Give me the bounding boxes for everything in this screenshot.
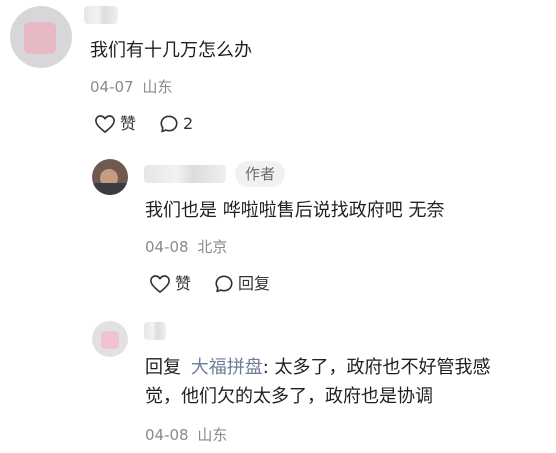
avatar[interactable] — [92, 321, 128, 357]
like-label: 赞 — [120, 114, 137, 133]
reply-text: 我们也是 哗啦啦售后说找政府吧 无奈 — [145, 200, 445, 221]
avatar[interactable] — [92, 159, 128, 195]
author-badge: 作者 — [235, 161, 286, 187]
reply-date: 04-08 — [145, 238, 189, 256]
reply-meta: 04-08 山东 — [145, 425, 227, 445]
reply-date: 04-08 — [145, 426, 189, 444]
reply-meta: 04-08 北京 — [145, 237, 227, 257]
reply-location: 山东 — [197, 426, 228, 444]
reply-label: 回复 — [238, 274, 271, 293]
reply-prefix: 回复 — [145, 357, 181, 378]
reply-text-line1: : 太多了，政府也不好管我感 — [262, 357, 491, 378]
username[interactable] — [144, 322, 166, 340]
reply-count: 2 — [183, 114, 194, 133]
comment-meta: 04-07 山东 — [90, 77, 172, 97]
heart-icon — [95, 115, 115, 133]
comment-thread: 我们有十几万怎么办 04-07 山东 赞 2 作者 我们也是 哗啦啦售后说找政府… — [0, 0, 556, 453]
reply-text: 回复 大福拼盘: 太多了，政府也不好管我感 — [145, 356, 491, 380]
like-button[interactable]: 赞 — [94, 114, 136, 134]
heart-icon — [150, 275, 170, 293]
reply-button[interactable]: 回复 — [214, 274, 270, 294]
chat-bubble-icon — [160, 115, 178, 133]
username[interactable] — [144, 165, 226, 183]
reply-count-button[interactable]: 2 — [159, 114, 193, 134]
comment-location: 山东 — [142, 78, 173, 96]
like-label: 赞 — [175, 274, 192, 293]
reply-to-user-link[interactable]: 大福拼盘 — [191, 357, 263, 378]
chat-bubble-icon — [215, 275, 233, 293]
like-button[interactable]: 赞 — [149, 274, 191, 294]
comment-text: 我们有十几万怎么办 — [90, 40, 252, 61]
reply-text-line2: 觉，他们欠的太多了，政府也是协调 — [145, 386, 433, 407]
reply-location: 北京 — [197, 238, 228, 256]
username[interactable] — [84, 6, 118, 24]
comment-date: 04-07 — [90, 78, 134, 96]
avatar[interactable] — [10, 6, 72, 68]
